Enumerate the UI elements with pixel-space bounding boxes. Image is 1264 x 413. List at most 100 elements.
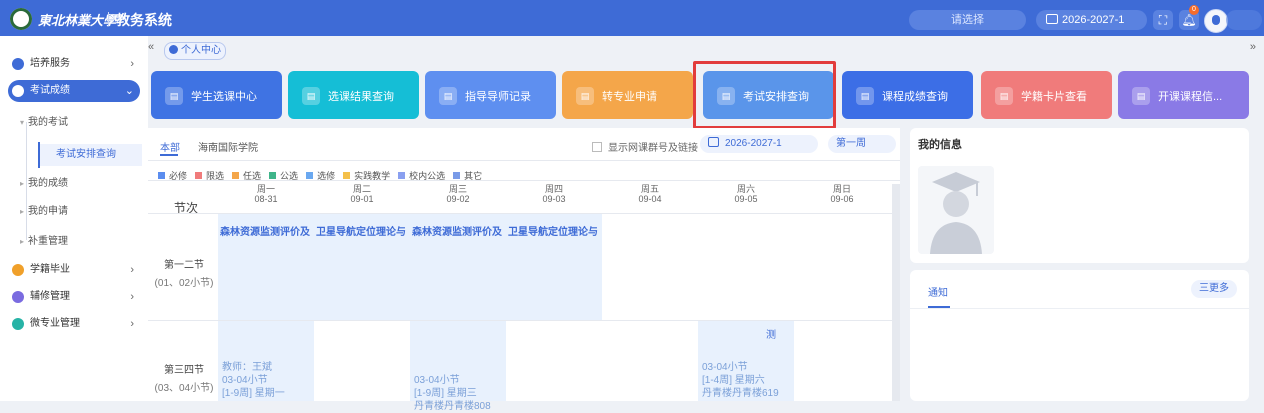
tab-notice[interactable]: 通知: [928, 284, 948, 299]
global-select[interactable]: 请选择: [909, 10, 1026, 30]
quick-link-icon: ▤: [439, 87, 457, 105]
day-header: 周六 09-05: [698, 184, 794, 204]
sidebar-item-label: 辅修管理: [30, 291, 70, 302]
schedule-panel: 本部 海南国际学院 显示网课群号及链接 2026-2027-1 第一周 必修 限选…: [148, 128, 900, 412]
quick-link-card[interactable]: ▤ 转专业申请: [562, 71, 693, 119]
quick-link-card[interactable]: ▤ 开课课程信...: [1118, 71, 1249, 119]
quick-link-card[interactable]: ▤ 课程成绩查询: [842, 71, 973, 119]
schedule-week-select[interactable]: 第一周: [828, 135, 896, 153]
row-header-2: 第三四节 (03、04小节): [148, 361, 220, 394]
divider: [910, 308, 1249, 309]
course-title: 卫星导航定位理论与: [316, 227, 406, 238]
quick-link-card[interactable]: ▤ 指导导师记录: [425, 71, 556, 119]
row-range: (01、02小节): [154, 278, 214, 289]
sidebar-item-label: 培养服务: [30, 58, 70, 69]
sub-item-my-exams[interactable]: ▾ 我的考试: [20, 113, 140, 133]
collapse-right-icon[interactable]: »: [1250, 41, 1256, 53]
day-header: 周一 08-31: [218, 184, 314, 204]
exam-icon: [12, 85, 24, 97]
quick-link-icon: ▤: [995, 87, 1013, 105]
day-date: 09-01: [350, 194, 374, 204]
course-details: 03-04小节 [1-9周] 星期三 丹青楼丹青楼808: [414, 374, 491, 413]
micro-major-icon: [12, 318, 24, 330]
vertical-scrollbar[interactable]: [892, 184, 900, 401]
sub-item-exam-schedule[interactable]: 考试安排查询: [38, 144, 142, 166]
course-title: 卫星导航定位理论与: [508, 227, 598, 238]
divider: [148, 160, 900, 161]
title-divider: [108, 12, 109, 26]
day-name: 周五: [640, 184, 659, 194]
notice-card: 通知 三更多: [910, 270, 1249, 401]
detail-line: [1-4周] 星期六: [702, 375, 765, 386]
detail-line: 教师：王斌: [222, 362, 272, 373]
minor-icon: [12, 291, 24, 303]
tabs-bar: « 个人中心 »: [148, 36, 1264, 62]
sub-item-my-scores[interactable]: ▸ 我的成绩: [20, 174, 140, 194]
quick-link-card[interactable]: ▤ 学生选课中心: [151, 71, 282, 119]
training-icon: [12, 58, 24, 70]
fullscreen-icon[interactable]: ⛶: [1153, 10, 1173, 30]
top-bar: 東北林業大學 教务系统 请选择 2026-2027-1 ⛶ 🔔︎ 0: [0, 0, 1264, 36]
row-name: 第一二节: [164, 260, 204, 271]
quick-link-label: 指导导师记录: [465, 91, 531, 103]
tab-underline: [160, 154, 178, 156]
chevron-right-icon: ›: [130, 291, 134, 303]
day-header: 周二 09-01: [314, 184, 410, 204]
day-date: 08-31: [254, 194, 278, 204]
quick-link-icon: ▤: [1132, 87, 1150, 105]
sidebar-item-label: 学籍毕业: [30, 264, 70, 275]
sub-item-retake[interactable]: ▸ 补重管理: [20, 232, 140, 252]
quick-link-card[interactable]: ▤ 学籍卡片查看: [981, 71, 1112, 119]
user-avatar[interactable]: [1204, 9, 1228, 33]
detail-line: 丹青楼丹青楼619: [702, 388, 779, 399]
day-name: 周三: [448, 184, 467, 194]
student-photo: [918, 166, 994, 254]
quick-link-card[interactable]: ▤ 选课结果查询: [288, 71, 419, 119]
sidebar-item-micro-major[interactable]: 微专业管理 ›: [8, 313, 140, 335]
course-details: 教师：王斌 03-04小节 [1-9周] 星期一: [222, 361, 285, 400]
notification-badge: 0: [1189, 5, 1199, 15]
day-header: 周五 09-04: [602, 184, 698, 204]
term-label: 2026-2027-1: [1062, 14, 1125, 26]
tab-personal-center[interactable]: 个人中心: [164, 42, 226, 60]
checkbox-label: 显示网课群号及链接: [608, 143, 698, 154]
day-name: 周二: [352, 184, 371, 194]
more-button[interactable]: 三更多: [1191, 280, 1237, 298]
sub-item-label: 我的考试: [28, 117, 69, 128]
home-icon: [169, 45, 178, 54]
chevron-right-icon: ›: [130, 264, 134, 276]
tab-main-campus[interactable]: 本部: [160, 139, 180, 154]
day-date: 09-02: [446, 194, 470, 204]
collapse-left-icon[interactable]: «: [148, 41, 154, 53]
day-header: 周日 09-06: [794, 184, 890, 204]
sub-item-my-applications[interactable]: ▸ 我的申请: [20, 202, 140, 222]
quick-link-icon: ▤: [165, 87, 183, 105]
user-name-redacted[interactable]: [1226, 10, 1262, 30]
sidebar-item-training[interactable]: 培养服务 ›: [8, 53, 140, 75]
day-name: 周一: [256, 184, 275, 194]
legend-swatch: [232, 172, 240, 179]
legend-swatch: [158, 172, 165, 179]
my-info-card: 我的信息: [910, 128, 1249, 263]
sub-item-label: 我的成绩: [28, 178, 69, 189]
schedule-term-select[interactable]: 2026-2027-1: [700, 135, 818, 153]
sidebar-item-status[interactable]: 学籍毕业 ›: [8, 259, 140, 281]
sidebar-item-minor[interactable]: 辅修管理 ›: [8, 286, 140, 308]
quick-link-label: 选课结果查询: [328, 91, 394, 103]
row-name: 第三四节: [164, 365, 204, 376]
highlight-box: [693, 61, 836, 129]
tab-label: 个人中心: [181, 45, 221, 56]
detail-line: [1-9周] 星期三: [414, 388, 477, 399]
sidebar-item-exam-scores[interactable]: 考试成绩 ⌄: [8, 80, 140, 102]
sidebar-item-label: 考试成绩: [30, 85, 70, 96]
checkbox-icon: [592, 142, 602, 152]
course-title: 森林资源监测评价及: [220, 227, 310, 238]
quick-link-label: 学生选课中心: [191, 91, 257, 103]
quick-link-icon: ▤: [576, 87, 594, 105]
tab-hainan[interactable]: 海南国际学院: [198, 139, 258, 154]
calendar-icon: [708, 137, 719, 147]
show-group-checkbox[interactable]: 显示网课群号及链接: [592, 139, 698, 154]
legend-swatch: [195, 172, 203, 179]
system-title: 教务系统: [116, 12, 172, 28]
term-selector[interactable]: 2026-2027-1: [1036, 10, 1147, 30]
